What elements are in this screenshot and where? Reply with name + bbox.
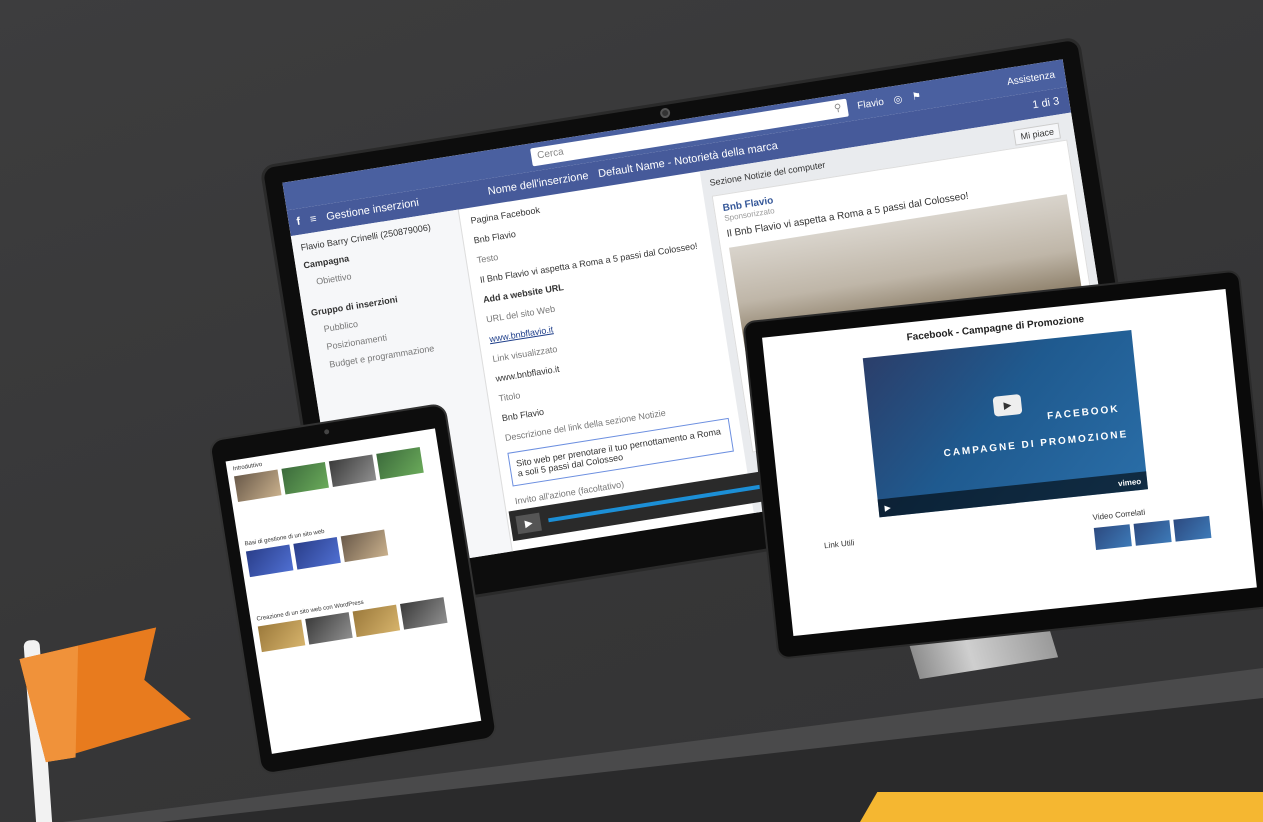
facebook-logo-icon[interactable]: f xyxy=(296,216,302,228)
course-section: Creazione di un sito web con WordPress xyxy=(256,585,459,653)
video-thumb[interactable] xyxy=(400,597,448,630)
play-icon[interactable]: ▶ xyxy=(992,393,1023,417)
promo-video[interactable]: ▶ FACEBOOK CAMPAGNE DI PROMOZIONE ▶ vime… xyxy=(862,330,1149,518)
play-icon[interactable]: ▶ xyxy=(884,503,891,513)
globe-icon[interactable]: ◎ xyxy=(893,93,903,105)
related-thumbs xyxy=(1093,515,1212,550)
accent-stripe xyxy=(842,792,1263,822)
video-thumb[interactable] xyxy=(257,619,306,653)
vimeo-logo[interactable]: vimeo xyxy=(1118,476,1148,487)
video-thumb[interactable] xyxy=(234,469,282,503)
video-thumb[interactable] xyxy=(352,604,401,638)
related-thumb[interactable] xyxy=(1093,524,1132,550)
search-placeholder: Cerca xyxy=(536,146,565,162)
laptop: Facebook - Campagne di Promozione ▶ FACE… xyxy=(736,208,1263,670)
related-thumb[interactable] xyxy=(1173,515,1212,542)
course-section: Basi di gestione di un sito web xyxy=(244,510,447,578)
play-icon[interactable]: ▶ xyxy=(515,512,542,535)
flag-icon[interactable]: ⚑ xyxy=(911,90,922,102)
video-thumb[interactable] xyxy=(293,537,341,570)
video-thumb[interactable] xyxy=(340,529,389,563)
menu-icon[interactable]: ≡ xyxy=(309,213,317,226)
video-thumb[interactable] xyxy=(376,446,424,480)
user-menu[interactable]: Flavio xyxy=(857,96,885,111)
laptop-footer: Link Utili Video Correlati xyxy=(794,498,1241,581)
video-thumb[interactable] xyxy=(281,461,329,495)
related-thumb[interactable] xyxy=(1133,520,1172,546)
search-icon[interactable]: ⚲ xyxy=(833,102,842,115)
tablet: Introduttivo Basi di gestione di un sito… xyxy=(208,395,549,786)
pagination: 1 di 3 xyxy=(1031,95,1061,112)
video-caption-1: FACEBOOK xyxy=(1046,403,1121,423)
video-caption-2: CAMPAGNE DI PROMOZIONE xyxy=(943,428,1129,460)
video-thumb[interactable] xyxy=(328,454,377,488)
video-thumb[interactable] xyxy=(305,612,353,645)
laptop-screen: Facebook - Campagne di Promozione ▶ FACE… xyxy=(762,288,1257,637)
help-link[interactable]: Assistenza xyxy=(1006,68,1065,87)
video-thumb[interactable] xyxy=(245,544,294,578)
flag-icon xyxy=(19,627,191,763)
links-title: Link Utili xyxy=(823,538,855,551)
hero-illustration: Cerca ⚲ Flavio ◎ ⚑ Assistenza f ≡ Gestio… xyxy=(0,0,1263,822)
